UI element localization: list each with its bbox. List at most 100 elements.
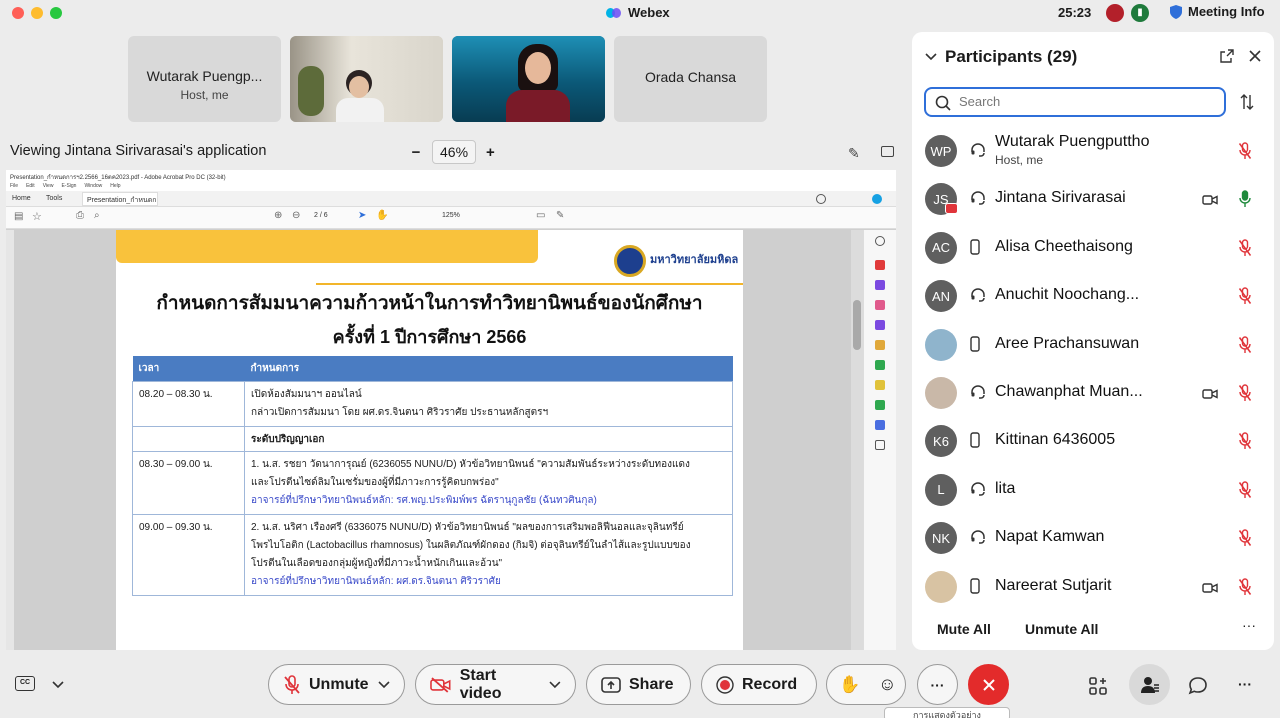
comment-tool-icon[interactable] [875, 380, 885, 390]
tab-home[interactable]: Home [12, 195, 31, 202]
acrobat-zoom-level[interactable]: 125% [442, 212, 460, 219]
page-indicator[interactable]: 2 / 6 [314, 212, 328, 219]
participant-row[interactable]: AC Alisa Cheethaisong [912, 225, 1274, 273]
fill-sign-icon[interactable] [875, 320, 885, 330]
unmute-all-button[interactable]: Unmute All [1025, 621, 1098, 637]
chevron-down-icon[interactable] [549, 680, 561, 689]
participant-row[interactable]: NK Napat Kamwan [912, 515, 1274, 563]
tile-host[interactable]: Wutarak Puengp... Host, me [128, 36, 281, 122]
zoom-in-button[interactable]: + [486, 144, 495, 161]
participant-row[interactable]: Nareerat Sutjarit [912, 564, 1274, 612]
menu-edit[interactable]: Edit [26, 183, 35, 190]
more-app-options-button[interactable]: ··· [1238, 676, 1252, 692]
more-options-button[interactable]: ··· [917, 664, 958, 705]
row-time: 08.20 – 08.30 น. [132, 381, 245, 427]
close-window-button[interactable] [12, 7, 24, 19]
share-button[interactable]: Share [586, 664, 691, 705]
more-tools-icon[interactable] [875, 440, 885, 450]
pdf-scrollbar[interactable] [851, 230, 863, 650]
zoom-out-button[interactable]: − [410, 144, 422, 161]
mic-on-icon[interactable] [1238, 190, 1252, 213]
popout-share-icon[interactable] [881, 146, 894, 157]
mic-muted-icon[interactable] [1238, 142, 1252, 165]
edit-pdf-icon[interactable] [875, 280, 885, 290]
collapse-chevron-icon[interactable] [925, 53, 937, 61]
hand-tool-icon[interactable]: ✋ [376, 210, 388, 221]
sort-icon[interactable] [1240, 94, 1254, 110]
select-tool-icon[interactable]: ➤ [358, 210, 366, 221]
record-button[interactable]: Record [701, 664, 817, 705]
annotate-icon[interactable]: ✎ [848, 145, 860, 162]
tile-role: Host, me [180, 88, 229, 102]
comment-icon[interactable]: ▭ [536, 210, 545, 221]
mute-all-button[interactable]: Mute All [937, 621, 991, 637]
participant-row[interactable]: WP Wutarak Puengputtho Host, me [912, 128, 1274, 176]
left-collapse-bar[interactable] [6, 230, 14, 650]
create-pdf-icon[interactable] [875, 300, 885, 310]
zoom-level[interactable]: 46% [432, 140, 477, 164]
participant-row[interactable]: Chawanphat Muan... [912, 370, 1274, 418]
participant-row[interactable]: Llita [912, 467, 1274, 515]
print-production-icon[interactable] [875, 400, 885, 410]
mic-muted-icon[interactable] [1238, 384, 1252, 407]
mic-muted-icon[interactable] [1238, 239, 1252, 262]
menu-help[interactable]: Help [110, 183, 120, 190]
reactions-icon[interactable]: ☺ [878, 674, 896, 695]
start-video-button[interactable]: Start video [415, 664, 576, 705]
minimize-window-button[interactable] [31, 7, 43, 19]
tab-tools[interactable]: Tools [46, 195, 62, 202]
menu-window[interactable]: Window [84, 183, 102, 190]
menu-view[interactable]: View [43, 183, 54, 190]
profile-icon[interactable] [872, 194, 882, 204]
raise-hand-icon[interactable]: ✋ [839, 675, 860, 695]
participant-name: Kittinan 6436005 [995, 431, 1116, 449]
save-icon[interactable]: ▤ [14, 211, 23, 222]
popout-panel-icon[interactable] [1220, 49, 1234, 63]
participant-row[interactable]: Aree Prachansuwan [912, 322, 1274, 370]
mic-muted-icon[interactable] [1238, 335, 1252, 359]
mic-muted-icon[interactable] [1238, 481, 1252, 504]
panel-more-button[interactable]: ··· [1242, 617, 1256, 633]
tile-orada[interactable]: Orada Chansa [614, 36, 767, 122]
leave-meeting-button[interactable] [968, 664, 1009, 705]
unmute-button[interactable]: Unmute [268, 664, 405, 705]
participants-toggle-button[interactable] [1129, 664, 1170, 705]
chat-icon[interactable] [1188, 676, 1208, 696]
mic-muted-icon[interactable] [1238, 432, 1252, 455]
participant-name: lita [995, 479, 1016, 497]
apps-icon[interactable] [1088, 676, 1108, 696]
captions-chevron-icon[interactable] [52, 681, 64, 689]
participant-row[interactable]: JS Jintana Sirivarasai [912, 176, 1274, 224]
participant-row[interactable]: AN Anuchit Noochang... [912, 273, 1274, 321]
print-icon[interactable]: ⎙ [76, 210, 84, 221]
meeting-info-button[interactable]: Meeting Info [1170, 4, 1265, 19]
mic-muted-icon[interactable] [1238, 577, 1252, 601]
menu-esign[interactable]: E-Sign [61, 183, 76, 190]
participant-row[interactable]: K6 Kittinan 6436005 [912, 418, 1274, 466]
maximize-window-button[interactable] [50, 7, 62, 19]
closed-captions-icon[interactable]: CC [15, 676, 35, 691]
menu-file[interactable]: File [10, 183, 18, 190]
tab-document[interactable]: Presentation_กำหนดก... [82, 192, 158, 206]
search-input[interactable]: Search [924, 87, 1226, 117]
chevron-down-icon[interactable] [378, 680, 390, 689]
prev-page-icon[interactable]: ⊕ [274, 210, 282, 221]
pen-icon[interactable]: ✎ [556, 210, 564, 221]
agenda-line: และโปรตีนไซด์ลิมในเซรั่มของผู้ที่มีภาวะก… [251, 477, 499, 488]
protect-icon[interactable] [875, 420, 885, 430]
export-pdf-icon[interactable] [875, 260, 885, 270]
compress-icon[interactable] [875, 360, 885, 370]
close-panel-icon[interactable] [1249, 50, 1261, 62]
mic-muted-icon[interactable] [1238, 529, 1252, 552]
help-icon[interactable] [816, 194, 826, 204]
tile-video-participant-1[interactable] [290, 36, 443, 122]
next-page-icon[interactable]: ⊖ [292, 210, 300, 221]
network-health-icon[interactable]: ▮ [1131, 4, 1149, 22]
search-doc-icon[interactable]: ⌕ [94, 210, 100, 221]
mic-muted-icon[interactable] [1238, 287, 1252, 310]
tile-video-participant-2[interactable] [452, 36, 605, 122]
organize-pages-icon[interactable] [875, 340, 885, 350]
scrollbar-thumb[interactable] [853, 300, 861, 350]
bookmark-star-icon[interactable]: ☆ [32, 210, 42, 223]
zoom-tool-icon[interactable] [875, 236, 885, 246]
